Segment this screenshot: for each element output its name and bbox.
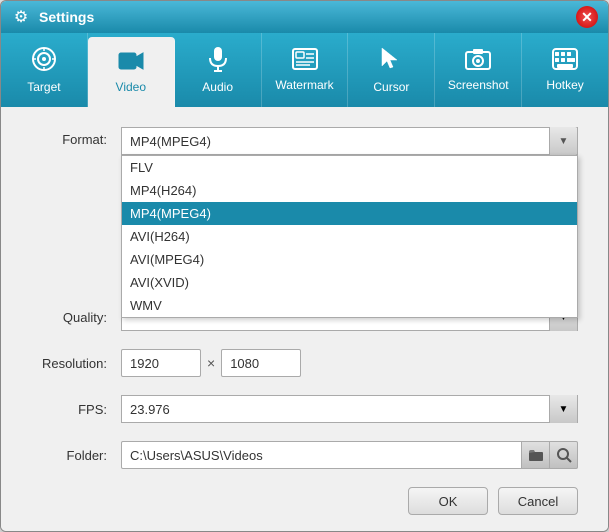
format-option-mp4h264[interactable]: MP4(H264) xyxy=(122,179,577,202)
resolution-label: Resolution: xyxy=(31,356,121,371)
resolution-input-group: × xyxy=(121,349,578,377)
format-label: Format: xyxy=(31,127,121,147)
fps-row: FPS: 23.976 ▼ xyxy=(31,395,578,423)
tab-hotkey[interactable]: Hotkey xyxy=(522,33,608,107)
format-option-flv[interactable]: FLV xyxy=(122,156,577,179)
folder-row: Folder: xyxy=(31,441,578,469)
fps-dropdown-container: 23.976 ▼ xyxy=(121,395,578,423)
settings-icon: ⚙ xyxy=(11,7,31,27)
tab-cursor[interactable]: Cursor xyxy=(348,33,435,107)
fps-selected-text: 23.976 xyxy=(122,402,549,417)
format-option-mp4mpeg4[interactable]: MP4(MPEG4) xyxy=(122,202,577,225)
folder-input-group xyxy=(121,441,578,469)
window-title: Settings xyxy=(39,9,94,25)
format-dropdown-arrow[interactable]: ▼ xyxy=(549,127,577,155)
fps-selected-display[interactable]: 23.976 ▼ xyxy=(121,395,578,423)
tab-target[interactable]: Target xyxy=(1,33,88,107)
folder-browse-button[interactable] xyxy=(522,441,550,469)
tab-screenshot[interactable]: Screenshot xyxy=(435,33,522,107)
folder-path-input[interactable] xyxy=(121,441,522,469)
tab-watermark[interactable]: Watermark xyxy=(262,33,349,107)
tab-watermark-label: Watermark xyxy=(275,78,333,92)
hotkey-icon xyxy=(552,48,578,74)
tab-target-label: Target xyxy=(27,80,60,94)
cursor-icon xyxy=(380,46,402,76)
audio-icon xyxy=(207,46,229,76)
folder-control xyxy=(121,441,578,469)
resolution-separator: × xyxy=(207,355,215,371)
quality-label: Quality: xyxy=(31,310,121,325)
tab-bar: Target Video Audio xyxy=(1,33,608,107)
title-bar-left: ⚙ Settings xyxy=(11,7,94,27)
screenshot-icon xyxy=(465,48,491,74)
format-options-list: FLV MP4(H264) MP4(MPEG4) AVI(H264) AVI(M… xyxy=(121,155,578,318)
tab-video[interactable]: Video xyxy=(88,37,175,107)
format-option-avimpeg4[interactable]: AVI(MPEG4) xyxy=(122,248,577,271)
tab-cursor-label: Cursor xyxy=(373,80,409,94)
format-option-avixvid[interactable]: AVI(XVID) xyxy=(122,271,577,294)
tab-audio[interactable]: Audio xyxy=(175,33,262,107)
fps-label: FPS: xyxy=(31,402,121,417)
resolution-height-input[interactable] xyxy=(221,349,301,377)
video-icon xyxy=(118,50,144,76)
watermark-icon xyxy=(292,48,318,74)
resolution-controls: × xyxy=(121,349,578,377)
close-button[interactable]: ✕ xyxy=(576,6,598,28)
cancel-button[interactable]: Cancel xyxy=(498,487,578,515)
target-icon xyxy=(31,46,57,76)
folder-search-button[interactable] xyxy=(550,441,578,469)
tab-audio-label: Audio xyxy=(202,80,233,94)
format-dropdown-container: MP4(MPEG4) ▼ FLV MP4(H264) MP4(MPEG4) AV… xyxy=(121,127,578,155)
fps-dropdown-arrow[interactable]: ▼ xyxy=(549,395,577,423)
tab-video-label: Video xyxy=(116,80,146,94)
resolution-width-input[interactable] xyxy=(121,349,201,377)
button-row: OK Cancel xyxy=(31,487,578,515)
settings-window: ⚙ Settings ✕ Target xyxy=(0,0,609,532)
format-option-wmv[interactable]: WMV xyxy=(122,294,577,317)
format-row: Format: MP4(MPEG4) ▼ FLV MP4(H264) MP4(M… xyxy=(31,127,578,155)
format-selected-text: MP4(MPEG4) xyxy=(122,134,549,149)
ok-button[interactable]: OK xyxy=(408,487,488,515)
tab-hotkey-label: Hotkey xyxy=(546,78,583,92)
content-area: Format: MP4(MPEG4) ▼ FLV MP4(H264) MP4(M… xyxy=(1,107,608,531)
resolution-row: Resolution: × xyxy=(31,349,578,377)
format-option-avih264[interactable]: AVI(H264) xyxy=(122,225,577,248)
format-selected-display[interactable]: MP4(MPEG4) ▼ xyxy=(121,127,578,155)
tab-screenshot-label: Screenshot xyxy=(448,78,509,92)
folder-label: Folder: xyxy=(31,448,121,463)
title-bar: ⚙ Settings ✕ xyxy=(1,1,608,33)
